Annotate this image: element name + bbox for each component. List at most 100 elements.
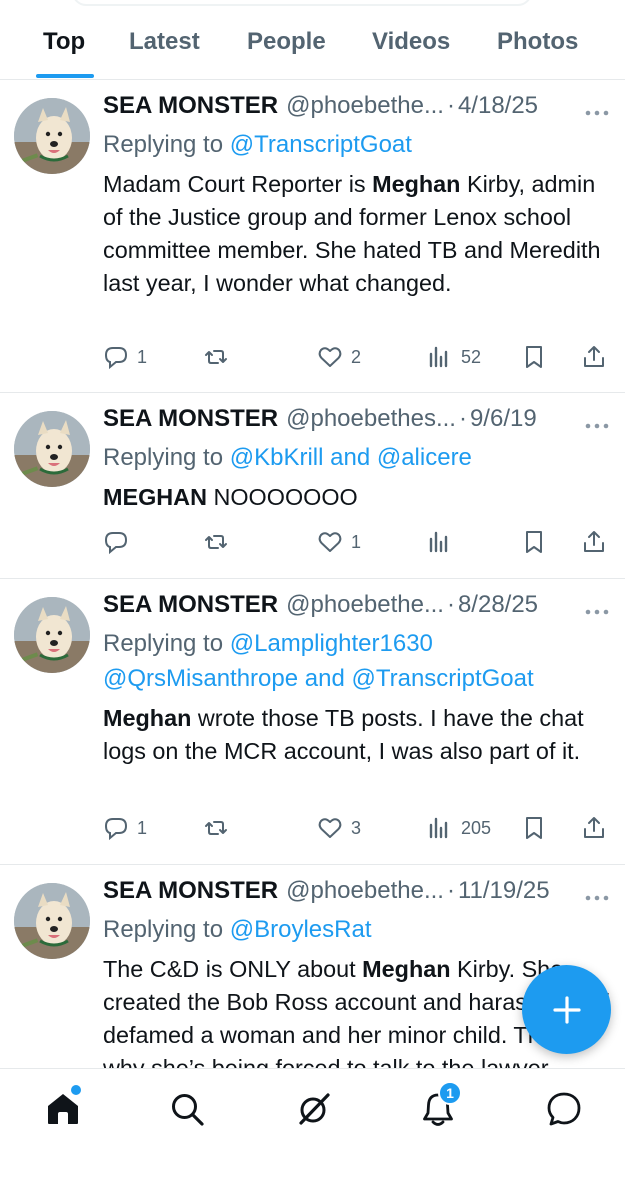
replying-to-label: Replying to — [103, 916, 224, 943]
tweet-header: SEA MONSTER @phoebethe... · 11/19/25 — [103, 877, 613, 909]
mention-link[interactable]: @BroylesRat — [230, 916, 372, 943]
mention-link[interactable]: @TranscriptGoat — [230, 131, 412, 158]
replying-to-label: Replying to — [103, 131, 224, 158]
tweet-text: MEGHAN NOOOOOOO — [103, 481, 613, 514]
more-options-icon — [585, 895, 609, 901]
username[interactable]: @phoebethe... — [286, 591, 444, 619]
active-tab-indicator — [36, 74, 94, 78]
views-button[interactable]: 52 — [427, 344, 481, 370]
tweet-feed: SEA MONSTER @phoebethe... · 4/18/25 Repl… — [0, 80, 625, 1068]
like-count: 2 — [351, 346, 362, 367]
tweet-actions: 1 — [103, 529, 611, 557]
mention-link[interactable]: @KbKrill and @alicere — [230, 444, 472, 471]
nav-grok[interactable] — [292, 1087, 336, 1131]
compose-button[interactable] — [522, 965, 611, 1054]
nav-home[interactable] — [41, 1085, 85, 1131]
bottom-navigation: 1 — [0, 1068, 625, 1200]
notification-badge: 1 — [438, 1081, 462, 1105]
reply-button[interactable]: 1 — [103, 815, 147, 841]
like-count: 1 — [351, 531, 362, 552]
username[interactable]: @phoebethe... — [286, 877, 444, 905]
nav-messages[interactable] — [542, 1087, 586, 1131]
tab-photos[interactable]: Photos — [497, 28, 578, 56]
tweet-body: SEA MONSTER @phoebethe... · 8/28/25 Repl… — [103, 591, 613, 768]
views-count: 52 — [461, 346, 482, 367]
tab-people[interactable]: People — [247, 28, 326, 56]
reply-button[interactable]: 1 — [103, 344, 147, 370]
reply-icon — [104, 347, 128, 370]
repost-button[interactable] — [203, 529, 237, 555]
share-icon — [584, 531, 604, 552]
repost-button[interactable] — [203, 344, 237, 370]
tweet-date[interactable]: 4/18/25 — [458, 92, 538, 120]
tweet-text-part: Meghan — [372, 171, 461, 197]
avatar[interactable] — [14, 411, 90, 487]
reply-count: 1 — [137, 346, 148, 367]
more-options-icon — [585, 609, 609, 615]
tweet[interactable]: SEA MONSTER @phoebethe... · 4/18/25 Repl… — [0, 80, 625, 393]
bookmark-icon — [526, 531, 542, 553]
tweet-body: SEA MONSTER @phoebethe... · 4/18/25 Repl… — [103, 92, 613, 300]
heart-icon — [318, 347, 342, 367]
bookmark-button[interactable] — [521, 529, 547, 555]
bookmark-icon — [526, 817, 542, 839]
share-button[interactable] — [581, 529, 607, 555]
heart-icon — [318, 818, 342, 838]
replying-to: Replying to @KbKrill and @alicere — [103, 440, 613, 475]
display-name[interactable]: SEA MONSTER — [103, 405, 278, 433]
more-options-button[interactable] — [585, 417, 609, 429]
share-button[interactable] — [581, 344, 607, 370]
tweet-date[interactable]: 8/28/25 — [458, 591, 538, 619]
share-icon — [584, 817, 604, 838]
tab-top[interactable]: Top — [43, 28, 85, 56]
replying-to: Replying to @Lamplighter1630 @QrsMisanth… — [103, 626, 613, 696]
messages-icon — [547, 1092, 581, 1126]
separator-dot: · — [446, 591, 455, 618]
reply-button[interactable] — [103, 529, 137, 555]
tab-videos[interactable]: Videos — [372, 28, 450, 56]
display-name[interactable]: SEA MONSTER — [103, 591, 278, 619]
tab-latest[interactable]: Latest — [129, 28, 200, 56]
username[interactable]: @phoebethes... — [286, 405, 456, 433]
more-options-button[interactable] — [585, 104, 609, 116]
repost-button[interactable] — [203, 815, 237, 841]
like-count: 3 — [351, 817, 362, 838]
search-icon — [172, 1094, 204, 1126]
avatar[interactable] — [14, 597, 90, 673]
more-options-button[interactable] — [585, 889, 609, 901]
views-button[interactable] — [427, 529, 461, 555]
tweet-date[interactable]: 11/19/25 — [458, 877, 550, 905]
display-name[interactable]: SEA MONSTER — [103, 877, 278, 905]
tweet-text-part: NOOOOOOO — [206, 484, 358, 510]
tweet-text-part: The C&D is ONLY about — [103, 956, 363, 982]
views-icon — [429, 817, 448, 839]
reply-icon — [104, 532, 128, 555]
display-name[interactable]: SEA MONSTER — [103, 92, 278, 120]
bookmark-button[interactable] — [521, 344, 547, 370]
tweet-date[interactable]: 9/6/19 — [470, 405, 537, 433]
avatar[interactable] — [14, 883, 90, 959]
replying-to-label: Replying to — [103, 630, 224, 657]
tweet-text-part: Meghan — [103, 705, 192, 731]
repost-icon — [205, 821, 227, 835]
avatar[interactable] — [14, 98, 90, 174]
tweet-header: SEA MONSTER @phoebethes... · 9/6/19 — [103, 405, 613, 437]
nav-search[interactable] — [165, 1087, 209, 1131]
tweet-actions: 1 2 52 — [103, 344, 611, 372]
nav-notifications[interactable]: 1 — [416, 1081, 462, 1131]
repost-icon — [205, 350, 227, 364]
home-new-dot — [71, 1085, 81, 1095]
tweet[interactable]: SEA MONSTER @phoebethes... · 9/6/19 Repl… — [0, 393, 625, 579]
username[interactable]: @phoebethe... — [286, 92, 444, 120]
tweet[interactable]: SEA MONSTER @phoebethe... · 8/28/25 Repl… — [0, 579, 625, 865]
tweet-body: SEA MONSTER @phoebethes... · 9/6/19 Repl… — [103, 405, 613, 514]
more-options-button[interactable] — [585, 603, 609, 615]
like-button[interactable]: 3 — [317, 815, 361, 841]
like-button[interactable]: 2 — [317, 344, 361, 370]
views-button[interactable]: 205 — [427, 815, 491, 841]
like-button[interactable]: 1 — [317, 529, 361, 555]
replying-to-label: Replying to — [103, 444, 224, 471]
share-button[interactable] — [581, 815, 607, 841]
bookmark-button[interactable] — [521, 815, 547, 841]
bookmark-icon — [526, 346, 542, 368]
